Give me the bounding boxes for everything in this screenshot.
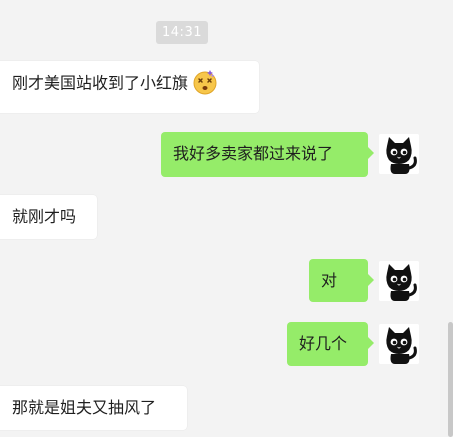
message-text: 刚才美国站收到了小红旗	[12, 73, 189, 93]
message-bubble-incoming[interactable]: 那就是姐夫又抽风了	[0, 386, 187, 430]
message-text: 对	[321, 271, 338, 290]
message-text: 就刚才吗	[12, 207, 77, 226]
message-bubble-outgoing[interactable]: 我好多卖家都过来说了	[161, 132, 374, 177]
message-bubble-incoming[interactable]: 刚才美国站收到了小红旗	[0, 61, 259, 113]
message-timestamp: 14:31	[156, 21, 208, 44]
dizzy-face-emoji-icon	[192, 69, 218, 95]
scrollbar[interactable]	[448, 322, 453, 437]
black-cat-avatar[interactable]	[379, 324, 419, 364]
message-text: 我好多卖家都过来说了	[173, 144, 334, 163]
message-bubble-incoming[interactable]: 就刚才吗	[0, 195, 97, 239]
message-bubble-outgoing[interactable]: 好几个	[287, 322, 374, 366]
black-cat-avatar[interactable]	[379, 134, 419, 174]
black-cat-avatar[interactable]	[379, 261, 419, 301]
message-bubble-outgoing[interactable]: 对	[309, 259, 374, 302]
message-text: 好几个	[299, 334, 348, 353]
message-text: 那就是姐夫又抽风了	[12, 398, 157, 417]
